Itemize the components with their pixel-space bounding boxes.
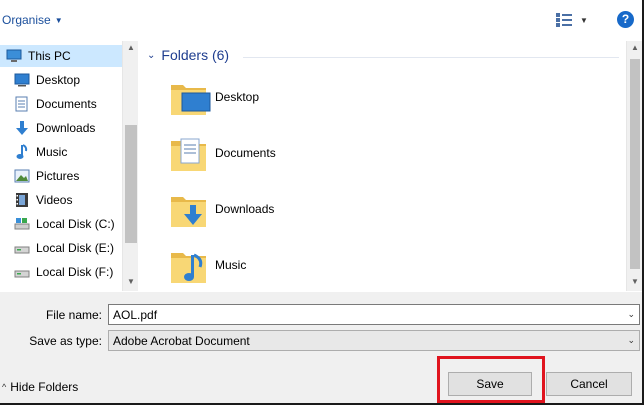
downloads-icon	[14, 120, 30, 136]
nav-item-label: Pictures	[36, 169, 80, 183]
nav-item-music[interactable]: Music	[0, 141, 122, 163]
folder-label: Desktop	[215, 90, 260, 104]
scrollbar-thumb[interactable]	[125, 125, 137, 243]
nav-item-pictures[interactable]: Pictures	[0, 165, 122, 187]
chevron-down-icon: ⌄	[627, 335, 635, 345]
nav-item-label: Desktop	[36, 73, 81, 87]
folder-item-documents[interactable]: Documents	[167, 129, 367, 177]
chevron-down-icon[interactable]: ⌄	[627, 309, 635, 320]
chevron-down-icon: ▼	[54, 15, 63, 25]
music-icon	[14, 144, 30, 160]
scroll-down-icon[interactable]: ▼	[127, 277, 135, 286]
group-title: Folders (6)	[161, 47, 230, 63]
downloads-folder-icon	[171, 197, 206, 227]
nav-item-local-disk-e[interactable]: Local Disk (E:)	[0, 237, 122, 259]
organise-label: Organise	[2, 13, 51, 27]
main-scrollbar[interactable]: ▲ ▼	[626, 41, 642, 291]
pictures-icon	[14, 168, 30, 184]
chevron-up-icon: ^	[2, 382, 7, 392]
drive-icon	[14, 240, 30, 256]
group-divider	[243, 57, 619, 58]
scrollbar-thumb[interactable]	[630, 59, 640, 269]
cancel-button[interactable]: Cancel	[546, 372, 632, 396]
navigation-pane: This PC Desktop Documents Downloads Musi…	[0, 41, 138, 291]
nav-item-label: Downloads	[36, 121, 96, 135]
folder-item-desktop[interactable]: Desktop	[167, 73, 367, 121]
videos-icon	[14, 192, 30, 208]
chevron-down-icon: ⌄	[147, 49, 156, 61]
desktop-folder-icon	[171, 85, 211, 115]
file-list-pane: ⌄ Folders (6) Desktop Documents Download…	[139, 41, 626, 291]
view-options-button[interactable]: ▼	[556, 12, 592, 28]
file-name-label: File name:	[45, 308, 102, 322]
drive-icon	[14, 264, 30, 280]
folder-item-music[interactable]: Music	[167, 241, 367, 289]
details-view-icon	[556, 13, 572, 27]
help-button[interactable]: ?	[617, 11, 634, 28]
chevron-down-icon: ▼	[580, 15, 588, 25]
music-folder-icon	[171, 253, 206, 283]
nav-item-label: Local Disk (C:)	[36, 217, 115, 231]
hide-folders-label: Hide Folders	[10, 380, 79, 394]
organise-menu[interactable]: Organise ▼	[2, 13, 63, 27]
nav-item-label: Local Disk (F:)	[36, 265, 114, 279]
pc-icon	[6, 48, 22, 64]
nav-item-videos[interactable]: Videos	[0, 189, 122, 211]
scroll-up-icon[interactable]: ▲	[127, 43, 135, 52]
documents-icon	[14, 96, 30, 112]
save-as-type-label: Save as type:	[29, 334, 102, 348]
nav-item-local-disk-f[interactable]: Local Disk (F:)	[0, 261, 122, 283]
nav-item-label: Music	[36, 145, 68, 159]
folder-label: Music	[215, 258, 247, 272]
nav-item-label: Documents	[36, 97, 97, 111]
nav-item-this-pc[interactable]: This PC	[0, 45, 122, 67]
folder-label: Downloads	[215, 202, 275, 216]
nav-scrollbar[interactable]: ▲ ▼	[122, 41, 138, 291]
desktop-icon	[14, 72, 30, 88]
nav-item-local-disk-c[interactable]: Local Disk (C:)	[0, 213, 122, 235]
folders-group-header[interactable]: ⌄ Folders (6)	[147, 47, 229, 63]
scroll-down-icon[interactable]: ▼	[631, 277, 639, 286]
nav-item-label: This PC	[28, 49, 71, 63]
file-name-input[interactable]: AOL.pdf ⌄	[108, 304, 640, 325]
nav-item-label: Local Disk (E:)	[36, 241, 115, 255]
folder-item-downloads[interactable]: Downloads	[167, 185, 367, 233]
toolbar: Organise ▼ ▼ ?	[0, 0, 642, 40]
save-as-type-select[interactable]: Adobe Acrobat Document ⌄	[108, 330, 640, 351]
save-as-type-value: Adobe Acrobat Document	[113, 333, 250, 348]
hide-folders-toggle[interactable]: ^ Hide Folders	[2, 380, 78, 394]
nav-item-documents[interactable]: Documents	[0, 93, 122, 115]
save-form: File name: AOL.pdf ⌄ Save as type: Adobe…	[0, 292, 642, 403]
nav-item-downloads[interactable]: Downloads	[0, 117, 122, 139]
scroll-up-icon[interactable]: ▲	[631, 43, 639, 52]
nav-item-label: Videos	[36, 193, 73, 207]
file-name-value: AOL.pdf	[113, 307, 158, 322]
nav-item-desktop[interactable]: Desktop	[0, 69, 122, 91]
drive-c-icon	[14, 216, 30, 232]
folder-label: Documents	[215, 146, 276, 160]
documents-folder-icon	[171, 138, 206, 171]
save-button[interactable]: Save	[448, 372, 532, 396]
